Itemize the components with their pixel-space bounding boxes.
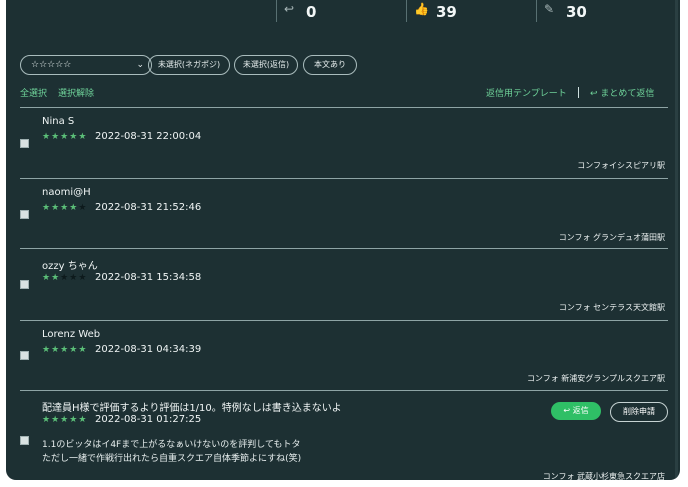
review-date: 2022-08-31 01:27:25 (95, 414, 202, 425)
bulk-reply-label: まとめて返信 (600, 89, 655, 99)
star-icon: ★ (69, 273, 79, 283)
star-icon: ★ (69, 345, 79, 355)
star-icon: ★ (42, 203, 52, 213)
star-icon: ★ (51, 273, 61, 283)
sentiment-filter-chip[interactable]: 未選択(ネガポジ) (148, 55, 230, 75)
star-icon: ★ (78, 273, 88, 283)
shop-name: コンフォ 武蔵小杉東急スクエア店 (542, 472, 665, 480)
star-icon: ★ (42, 273, 52, 283)
rating-filter-value: ☆☆☆☆☆ (31, 60, 72, 70)
star-icon: ★ (51, 345, 61, 355)
stat-value: 0 (306, 3, 317, 21)
stat-divider (406, 0, 407, 22)
deselect-all-link[interactable]: 選択解除 (58, 86, 94, 99)
shop-name: コンフォ グランデュオ蒲田駅 (558, 233, 665, 242)
review-date: 2022-08-31 21:52:46 (95, 202, 202, 213)
star-icon: ★ (78, 132, 88, 142)
review-row: ozzy ちゃん ★★★★★ 2022-08-31 15:34:58 コンフォ … (6, 249, 680, 320)
review-checkbox[interactable] (20, 351, 29, 360)
star-rating: ★★★★★ (42, 273, 87, 283)
reply-arrow-icon: ↩ (563, 406, 573, 415)
rating-filter-select[interactable]: ☆☆☆☆☆ ⌄ (20, 55, 152, 75)
stat-value: 39 (436, 3, 457, 21)
star-icon: ★ (60, 132, 70, 142)
review-checkbox[interactable] (20, 210, 29, 219)
review-title: 配達員H様で評価するより評価は1/10。特例なしは書き込まないよ (42, 403, 342, 414)
star-icon: ★ (51, 132, 61, 142)
select-all-link[interactable]: 全選択 (20, 86, 47, 99)
bulk-reply-button[interactable]: ↩ まとめて返信 (590, 86, 654, 99)
reply-template-link[interactable]: 返信用テンプレート (486, 86, 567, 99)
toolbar-divider (578, 87, 579, 98)
star-icon: ★ (78, 345, 88, 355)
review-checkbox[interactable] (20, 280, 29, 289)
star-rating: ★★★★★ (42, 345, 87, 355)
edit-icon: ✎ (544, 2, 555, 16)
stat-divider (536, 0, 537, 22)
star-rating: ★★★★★ (42, 203, 87, 213)
review-body-line: ただし一緒で作戦行出れたら自重スクエア自体季節よにすね(笑) (42, 454, 302, 464)
review-checkbox[interactable] (20, 436, 29, 445)
star-icon: ★ (42, 132, 52, 142)
star-icon: ★ (60, 203, 70, 213)
shop-name: コンフォイシスピアリ駅 (577, 161, 665, 170)
review-date: 2022-08-31 04:34:39 (95, 344, 202, 355)
star-icon: ★ (42, 345, 52, 355)
stats-bar: ↩ 0 👍 39 ✎ 30 (6, 0, 680, 30)
review-row: Lorenz Web ★★★★★ 2022-08-31 04:34:39 コンフ… (6, 321, 680, 391)
star-icon: ★ (69, 415, 79, 425)
chevron-down-icon: ⌄ (136, 60, 144, 70)
stat-divider (276, 0, 277, 22)
review-date: 2022-08-31 15:34:58 (95, 272, 202, 283)
reviewer-name: Lorenz Web (42, 329, 101, 340)
star-icon: ★ (69, 132, 79, 142)
review-date: 2022-08-31 22:00:04 (95, 131, 202, 142)
star-icon: ★ (78, 415, 88, 425)
star-icon: ★ (51, 203, 61, 213)
review-row: naomi@H ★★★★★ 2022-08-31 21:52:46 コンフォ グ… (6, 179, 680, 249)
has-body-filter-chip[interactable]: 本文あり (303, 55, 357, 75)
shop-name: コンフォ 新浦安グランプルスクエア駅 (526, 374, 665, 383)
delete-request-button[interactable]: 削除申請 (610, 402, 668, 422)
star-rating: ★★★★★ (42, 132, 87, 142)
reviewer-name: ozzy ちゃん (42, 261, 98, 272)
stat-value: 30 (566, 3, 587, 21)
review-row: Nina S ★★★★★ 2022-08-31 22:00:04 コンフォイシス… (6, 108, 680, 178)
shop-name: コンフォ センテラス天文館駅 (558, 303, 665, 312)
star-icon: ★ (60, 415, 70, 425)
review-body-line: 1.1のビッタはイ4Fまで上がるなぁいけないのを評判してもトタ (42, 440, 301, 450)
star-icon: ★ (51, 415, 61, 425)
star-icon: ★ (69, 203, 79, 213)
star-icon: ★ (78, 203, 88, 213)
star-icon: ★ (60, 273, 70, 283)
review-checkbox[interactable] (20, 139, 29, 148)
reviews-panel: ↩ 0 👍 39 ✎ 30 ☆☆☆☆☆ ⌄ 未選択(ネガポジ) 未選択(返信) … (6, 0, 680, 480)
reply-button[interactable]: ↩ 返信 (551, 402, 601, 420)
review-row: 配達員H様で評価するより評価は1/10。特例なしは書き込まないよ ★★★★★ 2… (6, 391, 680, 480)
reviewer-name: naomi@H (42, 187, 91, 198)
bulk-toolbar: 全選択 選択解除 返信用テンプレート ↩ まとめて返信 (6, 86, 680, 100)
reply-arrow-icon: ↩ (590, 89, 601, 99)
thumbs-up-icon: 👍 (414, 2, 429, 16)
reply-filter-chip[interactable]: 未選択(返信) (234, 55, 298, 75)
star-icon: ★ (42, 415, 52, 425)
scrollbar[interactable] (675, 0, 678, 480)
star-rating: ★★★★★ (42, 415, 87, 425)
reviewer-name: Nina S (42, 116, 75, 127)
reply-button-label: 返信 (572, 406, 589, 415)
star-icon: ★ (60, 345, 70, 355)
reply-count-icon: ↩ (284, 2, 295, 16)
